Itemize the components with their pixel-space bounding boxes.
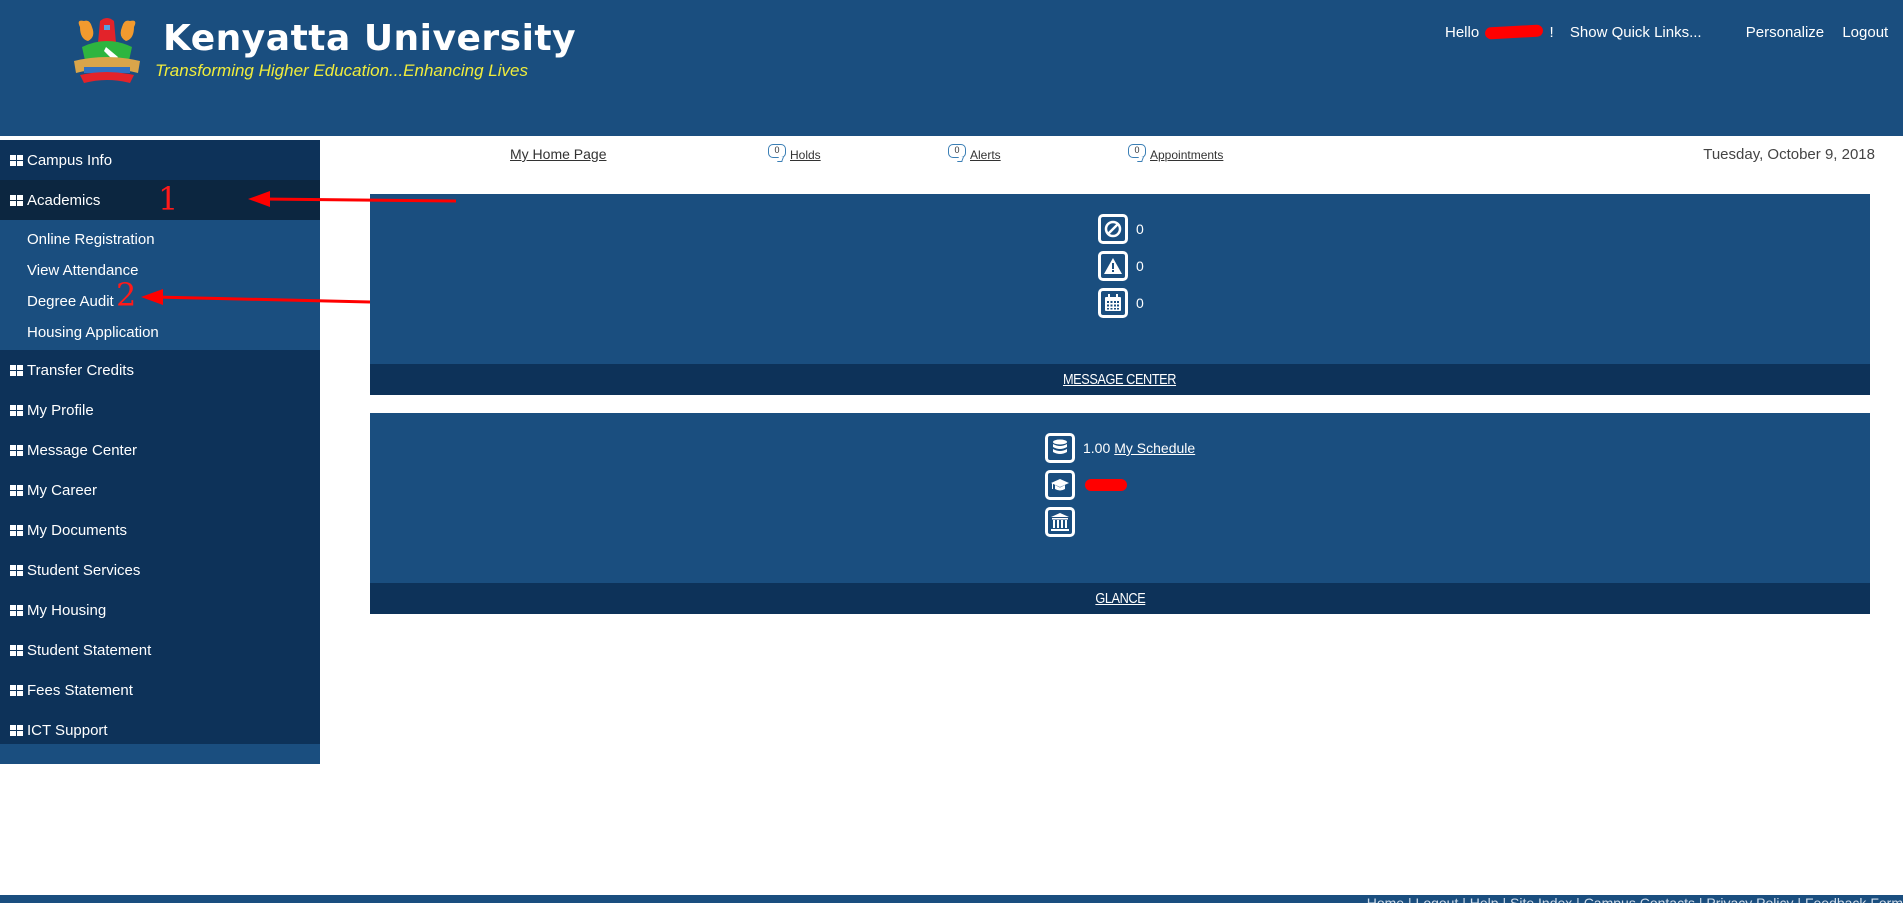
grid-icon — [10, 194, 23, 206]
alerts-stat: 0 — [1098, 251, 1144, 281]
grid-icon — [10, 524, 23, 536]
appointments-link[interactable]: Appointments — [1150, 148, 1223, 162]
sidebar-item-student-services[interactable]: Student Services — [0, 550, 320, 590]
grid-icon — [10, 644, 23, 656]
appointments-stat: 0 — [1098, 288, 1144, 318]
grid-icon — [10, 154, 23, 166]
footer-privacy-policy-link[interactable]: Privacy Policy — [1706, 895, 1793, 903]
institution-stat — [1045, 507, 1083, 537]
academics-submenu: Online Registration View Attendance Degr… — [0, 220, 320, 350]
footer-campus-contacts-link[interactable]: Campus Contacts — [1584, 895, 1695, 903]
sidebar-item-my-profile[interactable]: My Profile — [0, 390, 320, 430]
glance-footer: GLANCE — [370, 583, 1870, 614]
sidebar-item-my-documents[interactable]: My Documents — [0, 510, 320, 550]
holds-link[interactable]: Holds — [790, 148, 821, 162]
footer-feedback-form-link[interactable]: Feedback Form — [1805, 895, 1903, 903]
calendar-icon — [1098, 288, 1128, 318]
my-home-page-link[interactable]: My Home Page — [510, 146, 606, 162]
grid-icon — [10, 404, 23, 416]
footer-home-link[interactable]: Home — [1367, 895, 1404, 903]
sidebar-item-campus-info[interactable]: Campus Info — [0, 140, 320, 180]
grid-icon — [10, 724, 23, 736]
schedule-stat: 1.00 My Schedule — [1045, 433, 1195, 463]
grid-icon — [10, 484, 23, 496]
university-logo[interactable] — [66, 17, 148, 85]
glance-link[interactable]: GLANCE — [1095, 583, 1145, 614]
holds-stat: 0 — [1098, 214, 1144, 244]
sidebar-item-transfer-credits[interactable]: Transfer Credits — [0, 350, 320, 390]
sidebar: Campus Info Academics Online Registratio… — [0, 140, 320, 764]
show-quick-links-link[interactable]: Show Quick Links... — [1570, 24, 1702, 41]
sidebar-item-my-housing[interactable]: My Housing — [0, 590, 320, 630]
university-name: Kenyatta University — [163, 18, 577, 59]
footer-site-index-link[interactable]: Site Index — [1510, 895, 1572, 903]
annotation-number-1: 1 — [158, 180, 179, 218]
footer-logout-link[interactable]: Logout — [1416, 895, 1459, 903]
redacted-username — [1485, 24, 1544, 40]
university-tagline: Transforming Higher Education...Enhancin… — [155, 61, 528, 80]
program-stat — [1045, 470, 1127, 500]
grid-icon — [10, 444, 23, 456]
header: Kenyatta University Transforming Higher … — [0, 0, 1903, 138]
submenu-housing-application[interactable]: Housing Application — [0, 317, 320, 348]
submenu-online-registration[interactable]: Online Registration — [0, 224, 320, 255]
top-links: Hello ! Show Quick Links... Personalize … — [1445, 23, 1903, 41]
content-topbar: My Home Page 0 Holds 0 Alerts 0 Appointm… — [320, 140, 1903, 170]
logout-link[interactable]: Logout — [1842, 24, 1888, 41]
annotation-number-2: 2 — [116, 276, 137, 314]
my-schedule-link[interactable]: My Schedule — [1114, 440, 1195, 456]
message-center-link[interactable]: MESSAGE CENTER — [1063, 364, 1177, 395]
credits-value: 1.00 — [1083, 440, 1111, 456]
alerts-link[interactable]: Alerts — [970, 148, 1001, 162]
sidebar-item-student-statement[interactable]: Student Statement — [0, 630, 320, 670]
holds-count-bubble-icon: 0 — [768, 144, 786, 158]
institution-icon — [1045, 507, 1075, 537]
sidebar-item-message-center[interactable]: Message Center — [0, 430, 320, 470]
footer-help-link[interactable]: Help — [1470, 895, 1499, 903]
redacted-program — [1085, 479, 1127, 491]
graduation-cap-icon — [1045, 470, 1075, 500]
grid-icon — [10, 684, 23, 696]
submenu-degree-audit[interactable]: Degree Audit — [0, 286, 320, 317]
message-center-panel: 0 0 0 MESSAGE CENTER — [370, 194, 1870, 395]
grid-icon — [10, 604, 23, 616]
greeting: Hello ! — [1445, 23, 1554, 41]
message-center-footer: MESSAGE CENTER — [370, 364, 1870, 395]
footer-links: Home | Logout | Help | Site Index | Camp… — [1367, 895, 1903, 903]
page-footer: Home | Logout | Help | Site Index | Camp… — [0, 895, 1903, 903]
sidebar-footer — [0, 744, 320, 764]
database-icon — [1045, 433, 1075, 463]
sidebar-item-fees-statement[interactable]: Fees Statement — [0, 670, 320, 710]
current-date: Tuesday, October 9, 2018 — [1703, 146, 1875, 163]
grid-icon — [10, 364, 23, 376]
block-icon — [1098, 214, 1128, 244]
appointments-count-bubble-icon: 0 — [1128, 144, 1146, 158]
grid-icon — [10, 564, 23, 576]
alerts-count-bubble-icon: 0 — [948, 144, 966, 158]
personalize-link[interactable]: Personalize — [1746, 24, 1824, 41]
sidebar-item-my-career[interactable]: My Career — [0, 470, 320, 510]
submenu-view-attendance[interactable]: View Attendance — [0, 255, 320, 286]
warning-icon — [1098, 251, 1128, 281]
glance-panel: 1.00 My Schedule GLANCE — [370, 413, 1870, 614]
